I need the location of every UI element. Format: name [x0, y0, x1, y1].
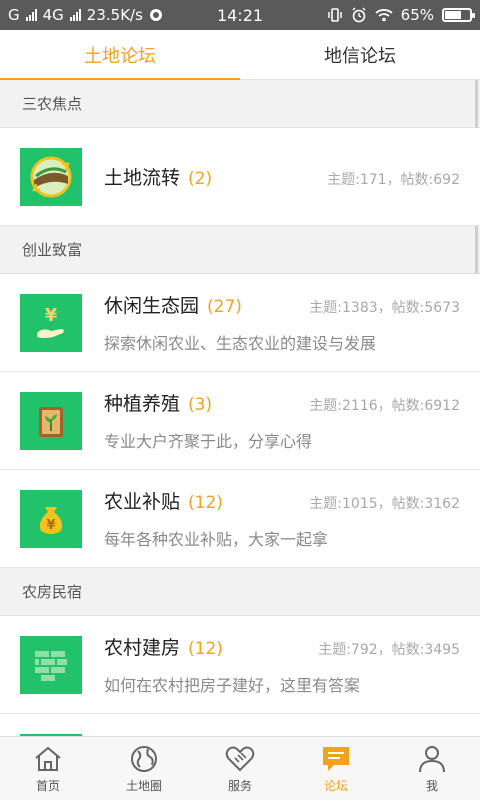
globe-icon — [131, 746, 157, 772]
list-item-land-transfer[interactable]: 土地流转 (2) 主题:171，帖数:692 — [0, 128, 480, 226]
battery-level-fill — [445, 11, 461, 19]
data-saver-icon — [149, 9, 162, 21]
battery-icon — [442, 8, 475, 22]
signal-icon — [25, 9, 37, 21]
person-icon — [419, 746, 445, 773]
forum-count: (12) — [188, 493, 223, 513]
list-item-partial[interactable] — [0, 714, 480, 736]
nav-label: 我 — [425, 779, 438, 793]
home-icon — [35, 746, 61, 771]
forum-description: 专业大户齐聚于此，分享心得 — [104, 432, 313, 451]
alarm-icon — [352, 7, 366, 23]
carrier-label: G — [8, 6, 20, 24]
land-transfer-icon — [20, 147, 82, 206]
forum-count: (2) — [188, 169, 213, 189]
forum-name: 土地流转 — [104, 167, 181, 189]
section-header: 创业致富 — [0, 226, 480, 274]
vibrate-icon — [327, 8, 342, 22]
forum-count: (27) — [207, 297, 242, 317]
battery-percent: 65% — [400, 6, 434, 24]
status-bar: G 4G 23.5K/s 14:21 65% — [0, 0, 480, 30]
forum-stats: 主题:792，帖数:3495 — [318, 642, 460, 658]
section-header: 农房民宿 — [0, 568, 480, 616]
network-type: 4G — [42, 6, 64, 24]
tab-land-forum[interactable]: 土地论坛 — [0, 30, 240, 80]
nav-me[interactable]: 我 — [384, 737, 480, 800]
tab-geo-forum[interactable]: 地信论坛 — [240, 30, 480, 79]
wifi-icon — [375, 9, 393, 22]
nav-service[interactable]: 服务 — [192, 737, 288, 800]
forum-name: 种植养殖 — [104, 393, 181, 415]
forum-name: 农村建房 — [104, 637, 181, 659]
bottom-navigation: 首页 土地圈 服务 论坛 我 — [0, 736, 480, 800]
forum-name: 休闲生态园 — [104, 295, 200, 317]
nav-forum[interactable]: 论坛 — [288, 737, 384, 800]
forum-description: 如何在农村把房子建好，这里有答案 — [104, 676, 361, 695]
forum-stats: 主题:171，帖数:692 — [327, 172, 460, 188]
nav-label: 首页 — [35, 779, 60, 793]
svg-text:¥: ¥ — [45, 305, 58, 326]
forum-count: (3) — [188, 395, 213, 415]
forum-description: 每年各种农业补贴，大家一起拿 — [104, 530, 329, 549]
forum-stats: 主题:1383，帖数:5673 — [309, 300, 460, 316]
yuan-hand-icon: ¥ — [20, 293, 82, 352]
forum-name: 农业补贴 — [104, 491, 181, 513]
section-header: 三农焦点 — [0, 80, 480, 128]
nav-label: 论坛 — [323, 779, 348, 793]
forum-description: 探索休闲农业、生态农业的建设与发展 — [104, 334, 377, 353]
forum-list[interactable]: 三农焦点 土地流转 (2) 主题:171，帖数:692 创业致富 ¥ 休闲生态园… — [0, 80, 480, 736]
nav-label: 服务 — [227, 779, 252, 793]
handshake-icon — [225, 746, 255, 772]
brick-wall-icon — [20, 635, 82, 694]
list-item-subsidy[interactable]: ¥ 农业补贴 (12) 主题:1015，帖数:3162 每年各种农业补贴，大家一… — [0, 470, 480, 568]
network-speed: 23.5K/s — [86, 6, 143, 24]
list-item-planting[interactable]: 种植养殖 (3) 主题:2116，帖数:6912 专业大户齐聚于此，分享心得 — [0, 372, 480, 470]
plant-book-icon — [20, 391, 82, 450]
nav-land-circle[interactable]: 土地圈 — [96, 737, 192, 800]
svg-text:¥: ¥ — [46, 518, 55, 533]
nav-home[interactable]: 首页 — [0, 737, 96, 800]
nav-label: 土地圈 — [125, 779, 162, 793]
money-bag-icon: ¥ — [20, 489, 82, 548]
list-item-eco-park[interactable]: ¥ 休闲生态园 (27) 主题:1383，帖数:5673 探索休闲农业、生态农业… — [0, 274, 480, 372]
signal-icon-2 — [69, 9, 81, 21]
forum-tabs: 土地论坛 地信论坛 — [0, 30, 480, 80]
chat-icon — [323, 747, 349, 771]
forum-stats: 主题:2116，帖数:6912 — [309, 398, 460, 414]
forum-stats: 主题:1015，帖数:3162 — [309, 496, 460, 512]
list-item-house-building[interactable]: 农村建房 (12) 主题:792，帖数:3495 如何在农村把房子建好，这里有答… — [0, 616, 480, 714]
forum-count: (12) — [188, 639, 223, 659]
